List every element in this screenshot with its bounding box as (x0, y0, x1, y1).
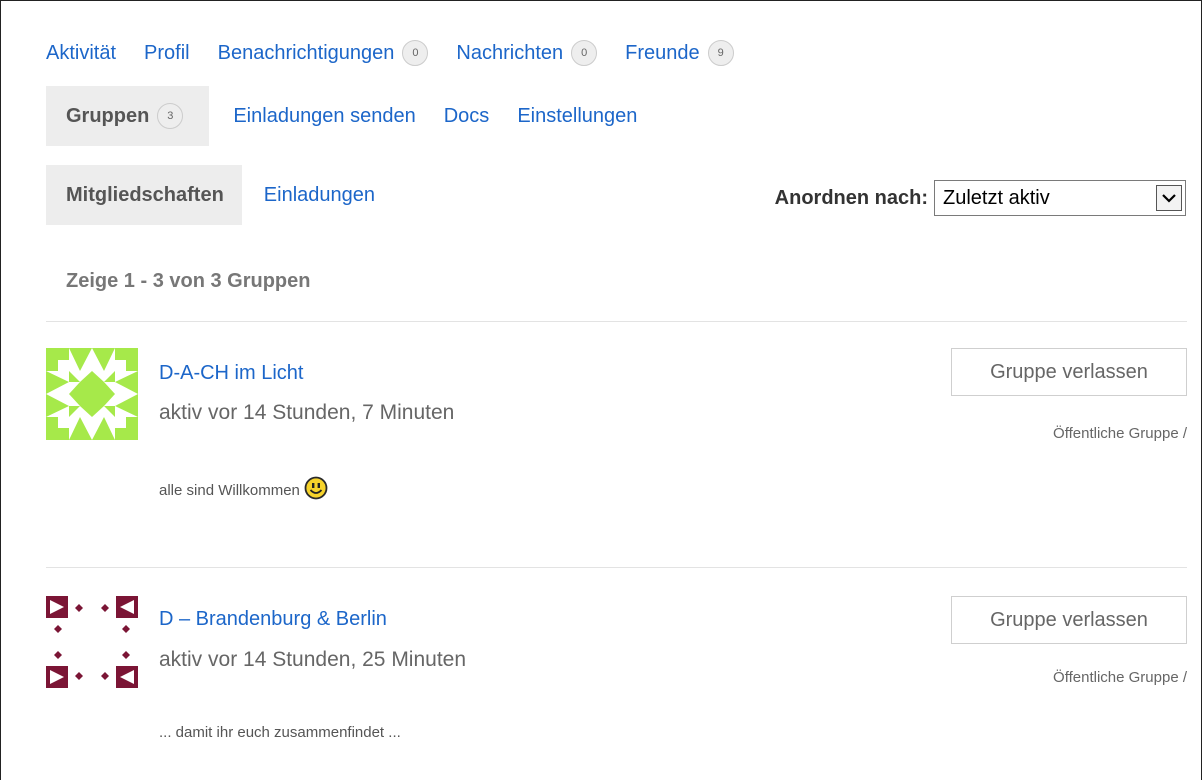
group-item: D – Brandenburg & Berlin aktiv vor 14 St… (46, 596, 1187, 756)
group-description-text: alle sind Willkommen (159, 481, 300, 499)
nav-activity[interactable]: Aktivität (46, 35, 116, 71)
group-description-text: ... damit ihr euch zusammenfindet ... (159, 724, 401, 741)
group-description: alle sind Willkommen (159, 476, 328, 504)
nav-send-invites[interactable]: Einladungen senden (233, 86, 415, 146)
nav-friends[interactable]: Freunde 9 (625, 35, 734, 71)
divider (46, 567, 1187, 568)
nav-label: Einladungen senden (233, 104, 416, 127)
nav-label: Benachrichtigungen (217, 41, 395, 64)
group-avatar[interactable] (46, 348, 138, 440)
subnav-memberships[interactable]: Mitgliedschaften (46, 165, 242, 225)
group-avatar[interactable] (46, 596, 138, 688)
subnav-invitations[interactable]: Einladungen (264, 184, 375, 207)
nav-label: Aktivität (46, 41, 117, 64)
messages-count-badge: 0 (571, 40, 598, 66)
nav-profile[interactable]: Profil (144, 35, 190, 71)
primary-nav-row2: Gruppen 3 Einladungen senden Docs Einstel… (46, 86, 665, 146)
sub-nav: Mitgliedschaften Einladungen (46, 165, 375, 225)
pagination-count: Zeige 1 - 3 von 3 Gruppen (66, 270, 311, 292)
notifications-count-badge: 0 (402, 40, 429, 66)
divider (46, 321, 1187, 322)
leave-group-button[interactable]: Gruppe verlassen (951, 348, 1187, 396)
nav-label: Docs (443, 104, 490, 127)
order-by-select[interactable]: Zuletzt aktiv (934, 180, 1186, 216)
groups-count-badge: 3 (157, 103, 184, 129)
nav-settings[interactable]: Einstellungen (517, 86, 637, 146)
group-title-link[interactable]: D – Brandenburg & Berlin (159, 608, 387, 631)
group-type: Öffentliche Gruppe / (1053, 669, 1187, 686)
nav-label: Nachrichten (456, 41, 564, 64)
group-item: D-A-CH im Licht aktiv vor 14 Stunden, 7 … (46, 348, 1187, 548)
group-description: ... damit ihr euch zusammenfindet ... (159, 724, 401, 741)
group-title-link[interactable]: D-A-CH im Licht (159, 362, 303, 385)
group-activity: aktiv vor 14 Stunden, 25 Minuten (159, 648, 467, 671)
nav-messages[interactable]: Nachrichten 0 (456, 35, 598, 71)
group-type: Öffentliche Gruppe / (1053, 425, 1187, 442)
nav-label: Freunde (625, 41, 700, 64)
group-activity: aktiv vor 14 Stunden, 7 Minuten (159, 401, 455, 424)
nav-label: Einstellungen (517, 104, 638, 127)
order-by-label: Anordnen nach: (774, 186, 928, 209)
primary-nav: Aktivität Profil Benachrichtigungen 0 Nac… (46, 35, 762, 71)
nav-notifications[interactable]: Benachrichtigungen 0 (218, 35, 429, 71)
chevron-down-icon[interactable] (1156, 185, 1182, 211)
nav-label: Profil (144, 41, 190, 64)
order-by-control: Anordnen nach: Zuletzt aktiv (775, 180, 1186, 216)
smiley-icon (304, 476, 328, 504)
friends-count-badge: 9 (707, 40, 734, 66)
nav-label: Gruppen (66, 104, 150, 127)
nav-docs[interactable]: Docs (444, 86, 490, 146)
order-by-value: Zuletzt aktiv (943, 186, 1050, 209)
leave-group-button[interactable]: Gruppe verlassen (951, 596, 1187, 644)
nav-groups[interactable]: Gruppen 3 (46, 86, 210, 146)
